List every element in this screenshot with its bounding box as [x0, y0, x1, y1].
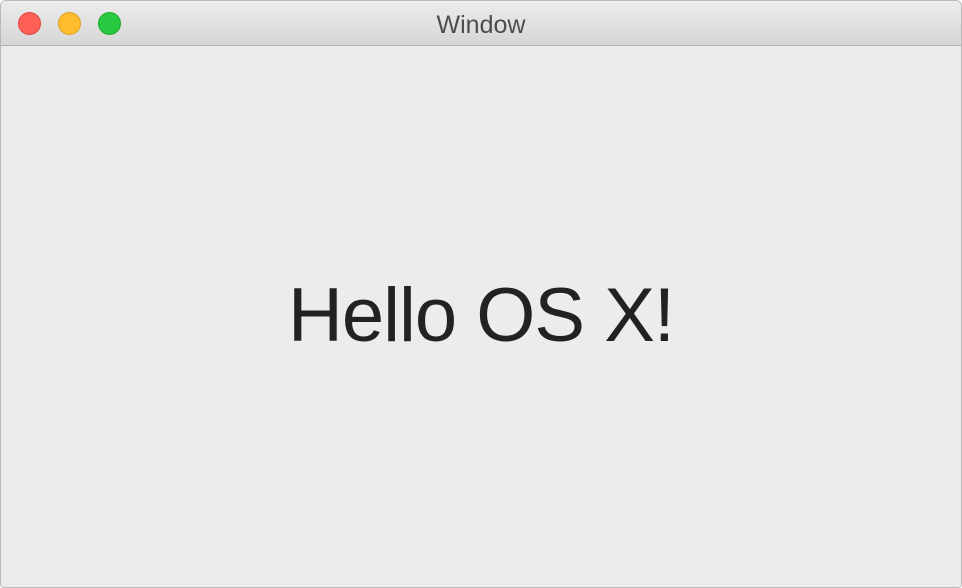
hello-label: Hello OS X!: [287, 273, 675, 358]
window-title: Window: [436, 11, 526, 39]
window-content: Hello OS X!: [1, 46, 961, 587]
title-bar[interactable]: Window: [1, 1, 961, 46]
app-window: Window Hello OS X!: [0, 0, 962, 588]
